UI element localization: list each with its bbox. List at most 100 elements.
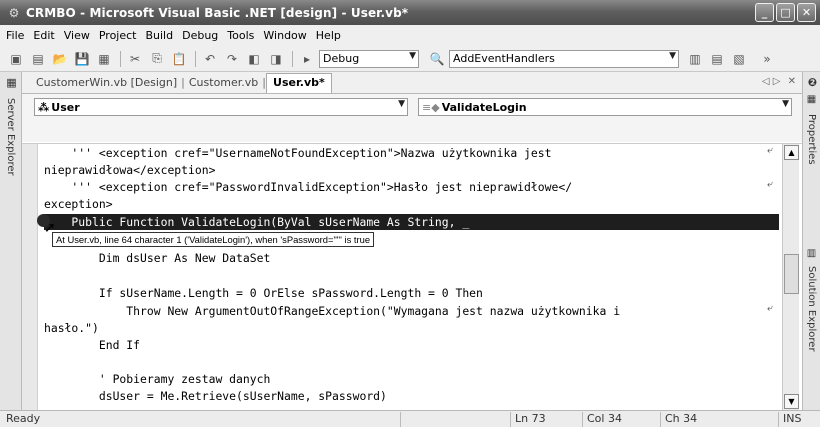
chevron-down-icon: ▼ bbox=[398, 99, 405, 109]
chevron-down-icon: ▼ bbox=[782, 99, 789, 109]
right-sidebar: ❷ ▦ Properties ▥ Solution Explorer bbox=[802, 72, 820, 410]
code-line[interactable]: Dim dsUser As New DataSet bbox=[44, 250, 270, 266]
paste-icon[interactable]: 📋 bbox=[169, 50, 189, 68]
toolbar-separator bbox=[292, 50, 293, 67]
member-combo[interactable]: ≡◆ ValidateLogin ▼ bbox=[418, 98, 792, 116]
add-item-icon[interactable]: ▤ bbox=[28, 50, 48, 68]
menu-window[interactable]: Window bbox=[261, 29, 313, 42]
scrollbar-thumb[interactable] bbox=[784, 254, 799, 294]
server-explorer-tab[interactable]: Server Explorer bbox=[5, 98, 16, 176]
app-icon: ⚙ bbox=[8, 5, 20, 20]
menu-edit[interactable]: Edit bbox=[31, 29, 61, 42]
status-ch: Ch 34 bbox=[660, 412, 760, 427]
open-file-icon[interactable]: 📂 bbox=[50, 50, 70, 68]
copy-icon[interactable]: ⎘ bbox=[147, 50, 167, 68]
code-area[interactable]: ''' <exception cref="UsernameNotFoundExc… bbox=[44, 144, 779, 411]
server-explorer-icon[interactable]: ▦ bbox=[5, 76, 18, 89]
vertical-scrollbar[interactable]: ▲ ▼ bbox=[782, 144, 799, 411]
solution-config-combo[interactable]: Debug ▼ bbox=[319, 49, 419, 68]
code-line[interactable]: dsUser = Me.Retrieve(sUserName, sPasswor… bbox=[44, 388, 387, 404]
breakpoint-tooltip: At User.vb, line 64 character 1 ('Valida… bbox=[52, 232, 375, 247]
menu-project[interactable]: Project bbox=[97, 29, 144, 42]
close-tab-icon[interactable]: ✕ bbox=[788, 76, 796, 87]
code-line[interactable]: hasło.") bbox=[44, 320, 99, 336]
object-combo[interactable]: ⁂ User ▼ bbox=[34, 98, 408, 116]
code-line-breakpoint[interactable]: Public Function ValidateLogin(ByVal sUse… bbox=[44, 214, 779, 230]
properties-icon[interactable]: ▦ bbox=[806, 94, 817, 105]
class-icon: ⁂ bbox=[38, 100, 50, 114]
tab-user-vb[interactable]: User.vb* bbox=[266, 72, 332, 93]
status-ins: INS bbox=[778, 412, 818, 427]
solution-config-value: Debug bbox=[323, 52, 360, 65]
chevron-down-icon: ▼ bbox=[409, 50, 416, 61]
code-editor[interactable]: ''' <exception cref="UsernameNotFoundExc… bbox=[22, 143, 802, 411]
toolbar-separator bbox=[195, 50, 196, 67]
find-icon[interactable]: 🔍 bbox=[427, 50, 447, 68]
scroll-up-icon[interactable]: ▲ bbox=[784, 145, 799, 160]
tab-customerwin-design[interactable]: CustomerWin.vb [Design] bbox=[32, 76, 181, 89]
object-combo-value: User bbox=[51, 100, 80, 114]
navigation-bar: ⁂ User ▼ ≡◆ ValidateLogin ▼ bbox=[22, 94, 802, 142]
start-icon[interactable]: ▸ bbox=[297, 50, 317, 68]
status-bar: Ready Ln 73 Col 34 Ch 34 INS bbox=[0, 410, 820, 427]
status-panel-empty bbox=[400, 412, 510, 427]
code-line[interactable]: Throw New ArgumentOutOfRangeException("W… bbox=[44, 303, 620, 319]
word-wrap-icon: ⤶ bbox=[767, 145, 773, 156]
close-button[interactable]: ✕ bbox=[797, 3, 816, 22]
member-combo-value: ValidateLogin bbox=[441, 100, 527, 114]
word-wrap-icon: ⤶ bbox=[767, 179, 773, 190]
cut-icon[interactable]: ✂ bbox=[125, 50, 145, 68]
menu-help[interactable]: Help bbox=[314, 29, 348, 42]
breakpoint-gutter[interactable] bbox=[22, 144, 38, 411]
properties-tab[interactable]: Properties bbox=[806, 114, 817, 165]
minimize-button[interactable]: _ bbox=[755, 3, 774, 22]
solution-explorer-icon[interactable]: ▥ bbox=[685, 50, 705, 68]
chevron-down-icon: ▼ bbox=[669, 50, 676, 61]
toolbar-separator bbox=[120, 50, 121, 67]
document-tabs: CustomerWin.vb [Design] | Customer.vb | … bbox=[22, 72, 802, 94]
window-title: CRMBO - Microsoft Visual Basic .NET [des… bbox=[26, 5, 409, 20]
code-line[interactable]: exception> bbox=[44, 196, 113, 212]
menu-bar: File Edit View Project Build Debug Tools… bbox=[0, 25, 820, 46]
save-all-icon[interactable]: ▦ bbox=[94, 50, 114, 68]
toolbox-icon[interactable]: ▧ bbox=[729, 50, 749, 68]
status-col: Col 34 bbox=[582, 412, 660, 427]
navigate-icon[interactable]: ◧ bbox=[244, 50, 264, 68]
save-icon[interactable]: 💾 bbox=[72, 50, 92, 68]
status-ready: Ready bbox=[6, 412, 41, 425]
tab-scroll-left-icon[interactable]: ◁ bbox=[762, 76, 770, 87]
undo-icon[interactable]: ↶ bbox=[200, 50, 220, 68]
code-line[interactable]: End If bbox=[44, 337, 140, 353]
method-icon: ≡◆ bbox=[422, 100, 440, 114]
code-line[interactable]: ' Pobieramy zestaw danych bbox=[44, 371, 270, 387]
find-combo-value: AddEventHandlers bbox=[453, 52, 555, 65]
code-line[interactable]: If sUserName.Length = 0 OrElse sPassword… bbox=[44, 285, 483, 301]
tab-customer-vb[interactable]: Customer.vb bbox=[185, 76, 262, 89]
menu-build[interactable]: Build bbox=[143, 29, 180, 42]
maximize-button[interactable]: □ bbox=[776, 3, 795, 22]
menu-debug[interactable]: Debug bbox=[180, 29, 225, 42]
tab-nav-controls: ◁ ▷ ✕ bbox=[762, 76, 796, 87]
code-line[interactable]: ''' <exception cref="PasswordInvalidExce… bbox=[44, 179, 572, 195]
navigate-forward-icon[interactable]: ◨ bbox=[266, 50, 286, 68]
code-line[interactable]: nieprawidłowa</exception> bbox=[44, 162, 215, 178]
menu-view[interactable]: View bbox=[62, 29, 97, 42]
mouse-pointer-icon: ➚ bbox=[44, 220, 56, 236]
title-bar: ⚙ CRMBO - Microsoft Visual Basic .NET [d… bbox=[0, 0, 820, 25]
solution-explorer-tab[interactable]: Solution Explorer bbox=[806, 266, 817, 352]
find-combo[interactable]: AddEventHandlers ▼ bbox=[449, 49, 679, 68]
redo-icon[interactable]: ↷ bbox=[222, 50, 242, 68]
properties-icon[interactable]: ▤ bbox=[707, 50, 727, 68]
code-line[interactable]: ''' <exception cref="UsernameNotFoundExc… bbox=[44, 145, 551, 161]
toolbar-overflow-icon[interactable]: » bbox=[757, 50, 777, 68]
scroll-down-icon[interactable]: ▼ bbox=[784, 394, 799, 409]
toolbar: ▣ ▤ 📂 💾 ▦ ✂ ⎘ 📋 ↶ ↷ ◧ ◨ ▸ Debug ▼ 🔍 AddE… bbox=[0, 46, 820, 72]
help-icon[interactable]: ❷ bbox=[806, 76, 819, 89]
new-project-icon[interactable]: ▣ bbox=[6, 50, 26, 68]
word-wrap-icon: ⤶ bbox=[767, 303, 773, 314]
menu-file[interactable]: File bbox=[4, 29, 31, 42]
menu-tools[interactable]: Tools bbox=[225, 29, 261, 42]
solution-explorer-icon[interactable]: ▥ bbox=[806, 248, 817, 259]
tab-scroll-right-icon[interactable]: ▷ bbox=[773, 76, 781, 87]
left-sidebar: ▦ Server Explorer bbox=[0, 72, 22, 410]
